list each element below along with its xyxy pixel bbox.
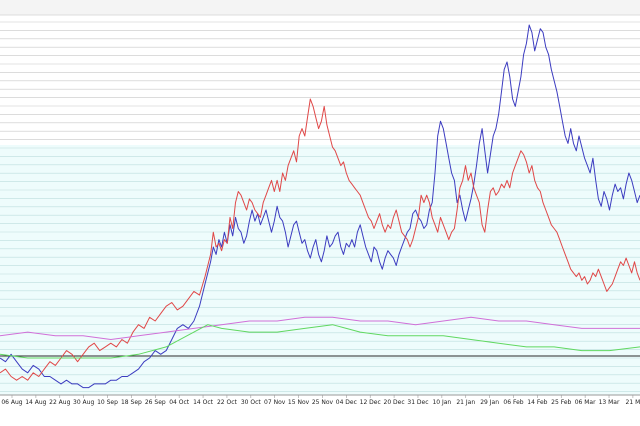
x-tick-label: 06 Aug: [1, 399, 22, 406]
x-tick-label: 25 Feb: [551, 399, 571, 406]
x-tick-label: 31 Dec: [407, 399, 428, 406]
x-tick-label: 14 Aug: [25, 399, 46, 406]
x-tick-label: 06 Feb: [503, 399, 523, 406]
x-tick-label: 04 Dec: [336, 399, 357, 406]
x-tick-label: 25 Nov: [312, 399, 334, 406]
x-tick-label: 30 Oct: [241, 399, 262, 406]
top-bar: [0, 0, 640, 15]
x-tick-label: 21 Jan: [456, 399, 475, 406]
x-tick-label: 07 Nov: [264, 399, 286, 406]
line-chart: 06 Aug 14 Aug 22 Aug 30 Aug 10 Sep 18 Sep 26 S…: [0, 0, 640, 406]
x-tick-label: 14 Oct: [193, 399, 214, 406]
x-tick-label: 30 Aug: [73, 399, 94, 406]
x-tick-label: 22 Oct: [217, 399, 238, 406]
x-tick-label: 10 Sep: [97, 399, 118, 406]
x-tick-label: 29 Jan: [480, 399, 499, 406]
x-tick-label: 26 Sep: [145, 399, 166, 406]
x-tick-label: 06 Mar: [575, 399, 596, 406]
x-tick-label: 21 M: [626, 399, 640, 406]
x-axis-ticks: 06 Aug 14 Aug 22 Aug 30 Aug 10 Sep 18 Sep 26 S…: [1, 395, 640, 406]
x-tick-label: 04 Oct: [169, 399, 190, 406]
x-tick-label: 10 Jan: [432, 399, 451, 406]
x-tick-label: 18 Sep: [121, 399, 142, 406]
x-tick-label: 22 Aug: [49, 399, 70, 406]
x-tick-label: 15 Nov: [288, 399, 310, 406]
x-tick-label: 20 Dec: [384, 399, 405, 406]
x-tick-label: 13 Mar: [599, 399, 620, 406]
x-tick-label: 14 Feb: [527, 399, 547, 406]
x-tick-label: 12 Dec: [360, 399, 381, 406]
